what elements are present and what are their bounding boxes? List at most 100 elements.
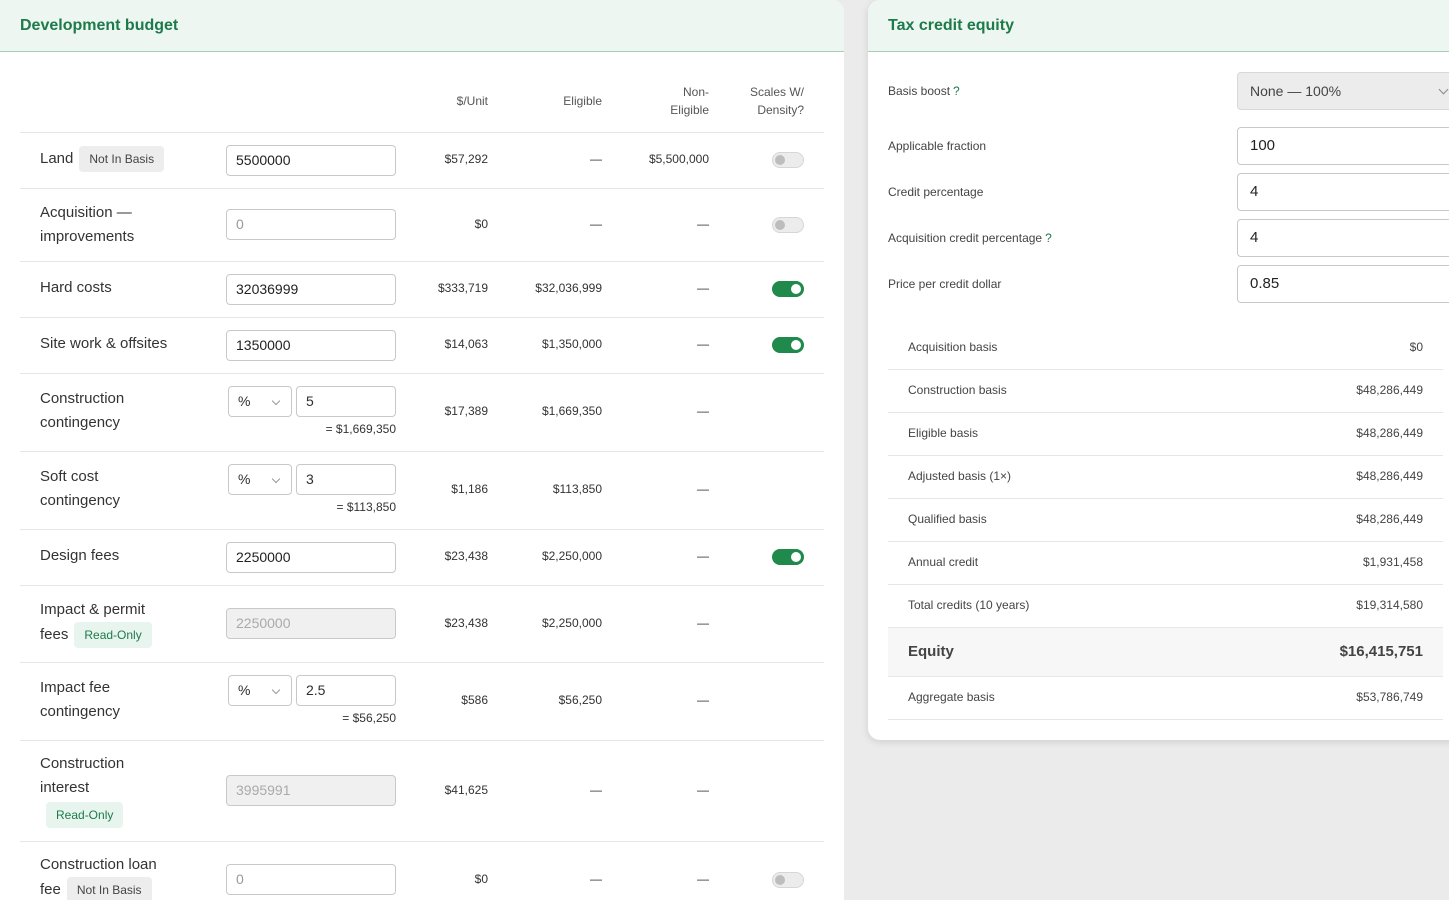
row-label: Impact & permit fees Read-Only — [40, 598, 152, 648]
non-eligible-value: — — [697, 482, 709, 496]
credit-percentage-input[interactable]: 4 — [1237, 173, 1449, 211]
budget-row-site-work: Site work & offsites 1350000 $14,063 $1,… — [20, 318, 824, 374]
chevron-down-icon — [271, 396, 281, 406]
row-label: Hard costs — [40, 279, 112, 296]
budget-row-acquisition-improvements: Acquisition — improvements 0 $0 — — — [20, 189, 824, 262]
per-unit-value: $0 — [474, 872, 488, 886]
land-input[interactable]: 5500000 — [226, 145, 396, 176]
col-non-eligible: Non- Eligible — [670, 85, 709, 117]
eligible-value: — — [590, 217, 602, 231]
per-unit-value: $1,186 — [451, 482, 488, 496]
eligible-value: — — [590, 872, 602, 886]
non-eligible-value: — — [697, 693, 709, 707]
construction-loan-fee-input[interactable]: 0 — [226, 864, 396, 895]
contingency-percent-input[interactable]: 5 — [296, 386, 396, 417]
chevron-down-icon — [271, 685, 281, 695]
row-label: Acquisition — improvements — [40, 204, 135, 245]
row-label: Soft cost contingency — [40, 468, 121, 509]
price-per-credit-input[interactable]: 0.85 — [1237, 265, 1449, 303]
tax-credit-equity-header: Tax credit equity — [868, 0, 1449, 52]
summary-row-eligible-basis: Eligible basis $48,286,449 — [888, 413, 1443, 456]
design-fees-input[interactable]: 2250000 — [226, 542, 396, 573]
eligible-value: $1,669,350 — [541, 404, 602, 418]
chevron-down-icon — [271, 474, 281, 484]
site-work-input[interactable]: 1350000 — [226, 330, 396, 361]
scales-density-toggle[interactable] — [772, 337, 804, 353]
tax-credit-equity-panel: Tax credit equity Basis boost? None — 10… — [868, 0, 1449, 740]
help-icon[interactable]: ? — [1045, 231, 1052, 245]
scales-density-toggle[interactable] — [772, 281, 804, 297]
budget-row-hard-costs: Hard costs 32036999 $333,719 $32,036,999… — [20, 262, 824, 318]
eligible-value: $2,250,000 — [541, 549, 602, 563]
scales-density-toggle[interactable] — [772, 152, 804, 168]
budget-column-headers: $/Unit Eligible Non- Eligible Scales W/De… — [20, 52, 824, 133]
non-eligible-value: — — [697, 616, 709, 630]
col-eligible: Eligible — [563, 94, 602, 108]
eligible-value: $56,250 — [558, 693, 602, 707]
scales-density-toggle[interactable] — [772, 872, 804, 888]
budget-row-design-fees: Design fees 2250000 $23,438 $2,250,000 — — [20, 530, 824, 586]
hard-costs-input[interactable]: 32036999 — [226, 274, 396, 305]
summary-row-equity: Equity $16,415,751 — [888, 628, 1443, 677]
credit-percentage-label: Credit percentage — [888, 185, 984, 199]
col-unit: $/Unit — [456, 94, 488, 108]
non-eligible-value: — — [697, 783, 709, 797]
not-in-basis-badge: Not In Basis — [66, 877, 152, 900]
tax-credit-equity-title: Tax credit equity — [888, 16, 1014, 34]
eligible-value: $1,350,000 — [541, 337, 602, 351]
scales-density-toggle[interactable] — [772, 549, 804, 565]
per-unit-value: $17,389 — [444, 404, 488, 418]
summary-row-acquisition-basis: Acquisition basis $0 — [888, 327, 1443, 370]
computed-amount: = $1,669,350 — [325, 422, 396, 436]
per-unit-value: $23,438 — [444, 549, 488, 563]
non-eligible-value: — — [697, 337, 709, 351]
non-eligible-value: $5,500,000 — [648, 152, 709, 166]
acquisition-credit-percentage-label: Acquisition credit percentage? — [888, 231, 1052, 245]
construction-interest-input: 3995991 — [226, 775, 396, 806]
eligible-value: — — [590, 783, 602, 797]
col-scales-density: Scales W/Density? — [749, 85, 804, 117]
budget-row-impact-permit-fees: Impact & permit fees Read-Only 2250000 $23… — [20, 586, 824, 663]
development-budget-title: Development budget — [20, 16, 179, 34]
price-per-credit-label: Price per credit dollar — [888, 277, 1002, 291]
eligible-value: $32,036,999 — [535, 281, 602, 295]
acquisition-improvements-input[interactable]: 0 — [226, 209, 396, 240]
row-label: Site work & offsites — [40, 335, 168, 352]
per-unit-value: $41,625 — [444, 783, 488, 797]
help-icon[interactable]: ? — [953, 84, 960, 98]
row-label: Construction interest Read-Only — [40, 752, 124, 828]
eligible-value: — — [590, 152, 602, 166]
basis-boost-label: Basis boost? — [888, 84, 960, 98]
budget-row-construction-interest: Construction interest Read-Only 3995991 $4… — [20, 741, 824, 842]
non-eligible-value: — — [697, 404, 709, 418]
basis-boost-select[interactable]: None — 100% — [1237, 72, 1449, 110]
summary-row-total-credits: Total credits (10 years) $19,314,580 — [888, 585, 1443, 628]
contingency-mode-select[interactable]: % — [228, 675, 292, 706]
applicable-fraction-input[interactable]: 100 — [1237, 127, 1449, 165]
eligible-value: $113,850 — [552, 482, 602, 496]
summary-row-construction-basis: Construction basis $48,286,449 — [888, 370, 1443, 413]
contingency-mode-select[interactable]: % — [228, 386, 292, 417]
summary-row-aggregate-basis: Aggregate basis $53,786,749 — [888, 677, 1443, 720]
per-unit-value: $23,438 — [444, 616, 488, 630]
chevron-down-icon — [1438, 84, 1449, 95]
budget-row-land: Land Not In Basis 5500000 $57,292 — $5,50… — [20, 133, 824, 189]
scales-density-toggle[interactable] — [772, 217, 804, 233]
development-budget-panel: Development budget $/Unit Eligible Non- E… — [0, 0, 844, 900]
impact-permit-fees-input: 2250000 — [226, 608, 396, 639]
computed-amount: = $113,850 — [336, 500, 396, 514]
acquisition-credit-percentage-input[interactable]: 4 — [1237, 219, 1449, 257]
summary-row-qualified-basis: Qualified basis $48,286,449 — [888, 499, 1443, 542]
contingency-percent-input[interactable]: 2.5 — [296, 675, 396, 706]
contingency-mode-select[interactable]: % — [228, 464, 292, 495]
row-label: Impact fee contingency — [40, 679, 121, 720]
read-only-badge: Read-Only — [74, 622, 152, 648]
budget-row-impact-fee-contingency: Impact fee contingency % 2.5 = $56,250 $5… — [20, 663, 824, 741]
not-in-basis-badge: Not In Basis — [79, 146, 165, 172]
row-label: Construction loan fee Not In Basis — [40, 853, 157, 900]
read-only-badge: Read-Only — [46, 802, 124, 828]
eligible-value: $2,250,000 — [541, 616, 602, 630]
contingency-percent-input[interactable]: 3 — [296, 464, 396, 495]
non-eligible-value: — — [697, 217, 709, 231]
budget-row-construction-loan-fee: Construction loan fee Not In Basis 0 $0 — … — [20, 842, 824, 900]
